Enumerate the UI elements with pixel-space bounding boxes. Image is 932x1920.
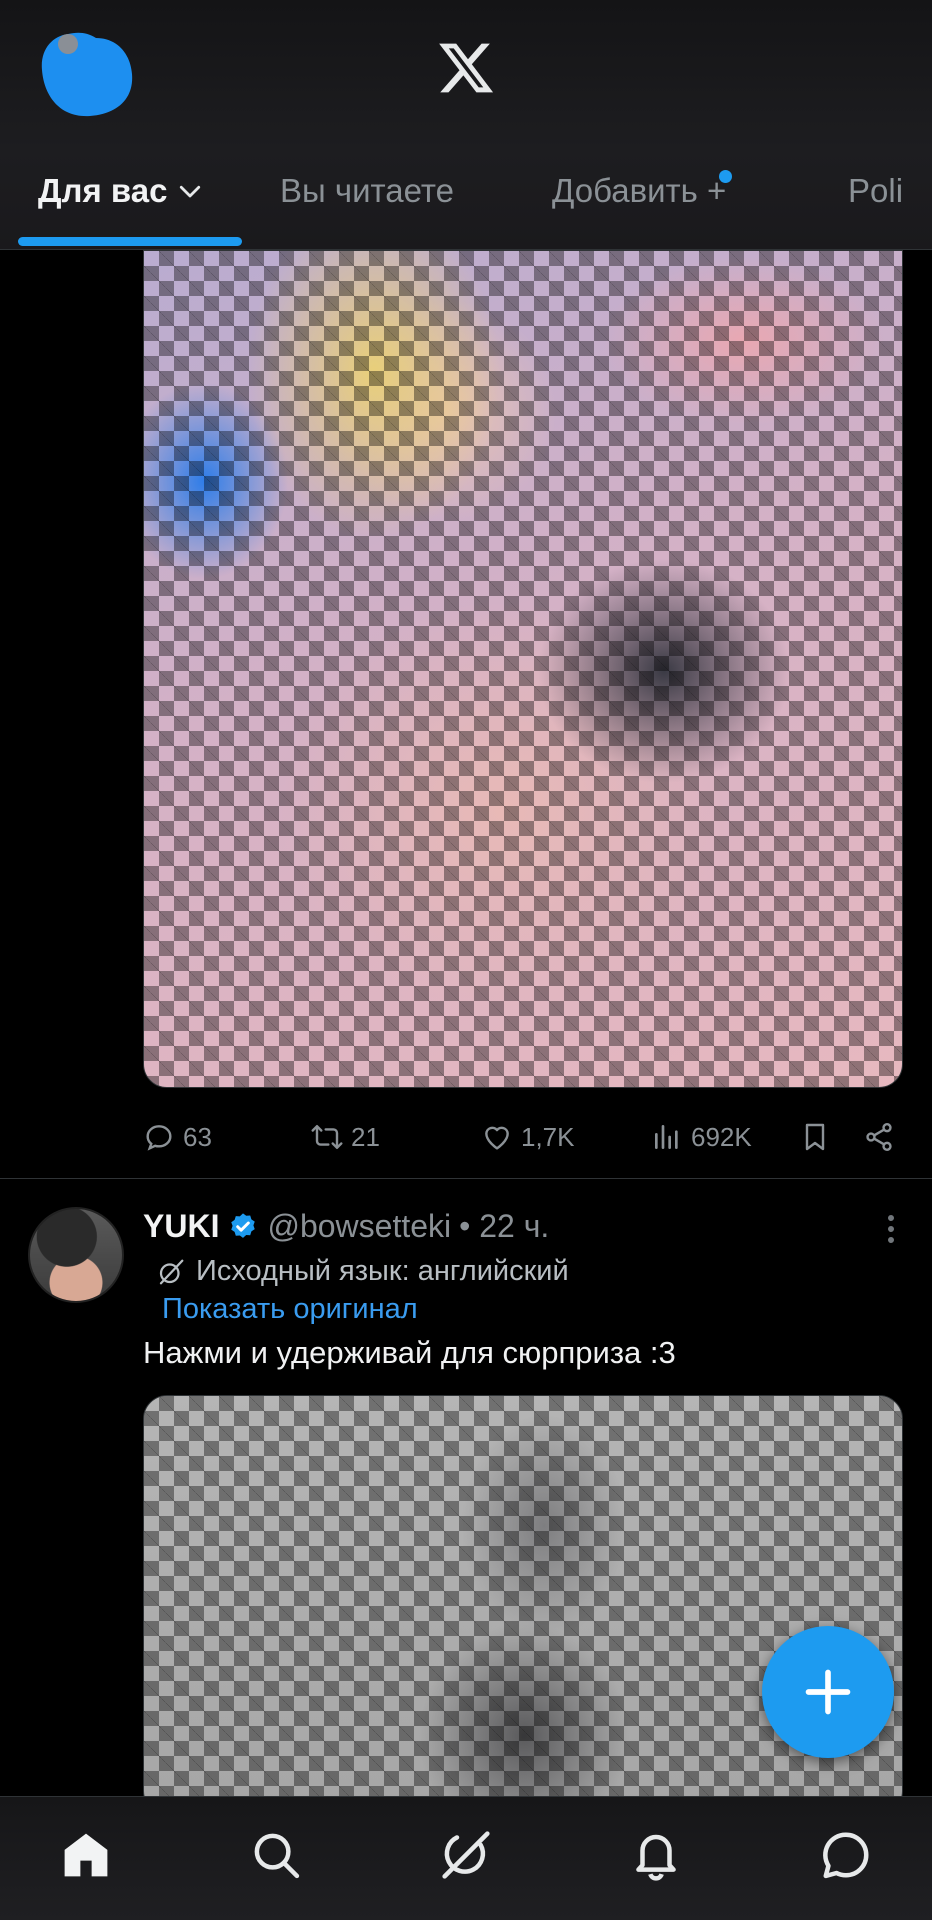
verified-badge-icon [231, 1212, 256, 1238]
tab-label: Вы читаете [280, 172, 454, 209]
search-icon [254, 1833, 300, 1879]
tab-poli[interactable]: Poli [848, 172, 903, 210]
timeline-feed[interactable]: 63 21 1,7K 692K YUKI @bowsetteki • 22 ч.… [0, 250, 932, 1796]
post-action-bar: 63 21 1,7K 692K [143, 1112, 903, 1162]
bottom-navigation [0, 1796, 932, 1920]
plus-icon [805, 1669, 851, 1715]
post-text: Нажми и удерживай для сюрприза :3 [143, 1335, 676, 1370]
user-handle[interactable]: @bowsetteki [267, 1208, 451, 1245]
nav-grok[interactable] [436, 1825, 496, 1885]
tab-label: Poli [848, 172, 904, 209]
grok-icon [442, 1831, 490, 1879]
views-count: 692K [691, 1121, 752, 1152]
repost-icon [311, 1125, 343, 1149]
nav-home[interactable] [56, 1825, 116, 1885]
user-avatar[interactable] [28, 1207, 124, 1303]
post-time: • 22 ч. [459, 1208, 550, 1244]
top-header: Для вас Вы читаете Добавить + Poli [0, 0, 932, 250]
x-logo-icon [439, 43, 494, 93]
heart-icon [485, 1126, 509, 1150]
share-icon [866, 1123, 892, 1151]
repost-button[interactable]: 21 [311, 1112, 380, 1162]
tab-following[interactable]: Вы читаете [280, 172, 454, 210]
tab-add[interactable]: Добавить + [552, 170, 733, 210]
post-divider [0, 1178, 932, 1179]
notification-dot [719, 170, 733, 183]
reply-count: 63 [183, 1121, 212, 1152]
views-icon [655, 1125, 678, 1149]
like-count: 1,7K [521, 1121, 575, 1152]
tab-label: Добавить + [552, 172, 727, 209]
post-more-options-icon[interactable] [884, 1212, 898, 1246]
active-tab-indicator [18, 237, 242, 246]
home-icon [64, 1833, 108, 1877]
media-overlay-pattern [144, 251, 902, 1087]
translation-label: Исходный язык: английский [196, 1255, 569, 1287]
nav-search[interactable] [246, 1825, 306, 1885]
bookmark-button[interactable] [799, 1112, 831, 1162]
profile-avatar-icon[interactable] [38, 30, 136, 122]
chevron-down-icon[interactable] [175, 176, 205, 206]
messages-icon [823, 1832, 869, 1879]
tab-label: Для вас [38, 172, 168, 209]
tab-for-you[interactable]: Для вас [38, 172, 205, 210]
repost-count: 21 [351, 1121, 380, 1152]
bell-icon [636, 1834, 676, 1881]
post-media-image[interactable] [143, 250, 903, 1088]
show-original-link[interactable]: Показать оригинал [162, 1293, 418, 1326]
reply-button[interactable]: 63 [143, 1112, 212, 1162]
reply-icon [146, 1125, 172, 1151]
share-button[interactable] [863, 1112, 895, 1162]
grok-icon [159, 1259, 184, 1284]
views-button[interactable]: 692K [651, 1112, 752, 1162]
post-header: YUKI @bowsetteki • 22 ч. [143, 1208, 549, 1245]
display-name[interactable]: YUKI [143, 1208, 219, 1245]
compose-post-button[interactable] [762, 1626, 894, 1758]
translation-note: Исходный язык: английский [156, 1255, 569, 1288]
nav-messages[interactable] [816, 1825, 876, 1885]
nav-notifications[interactable] [626, 1825, 686, 1885]
bookmark-icon [805, 1123, 825, 1151]
like-button[interactable]: 1,7K [481, 1112, 575, 1162]
